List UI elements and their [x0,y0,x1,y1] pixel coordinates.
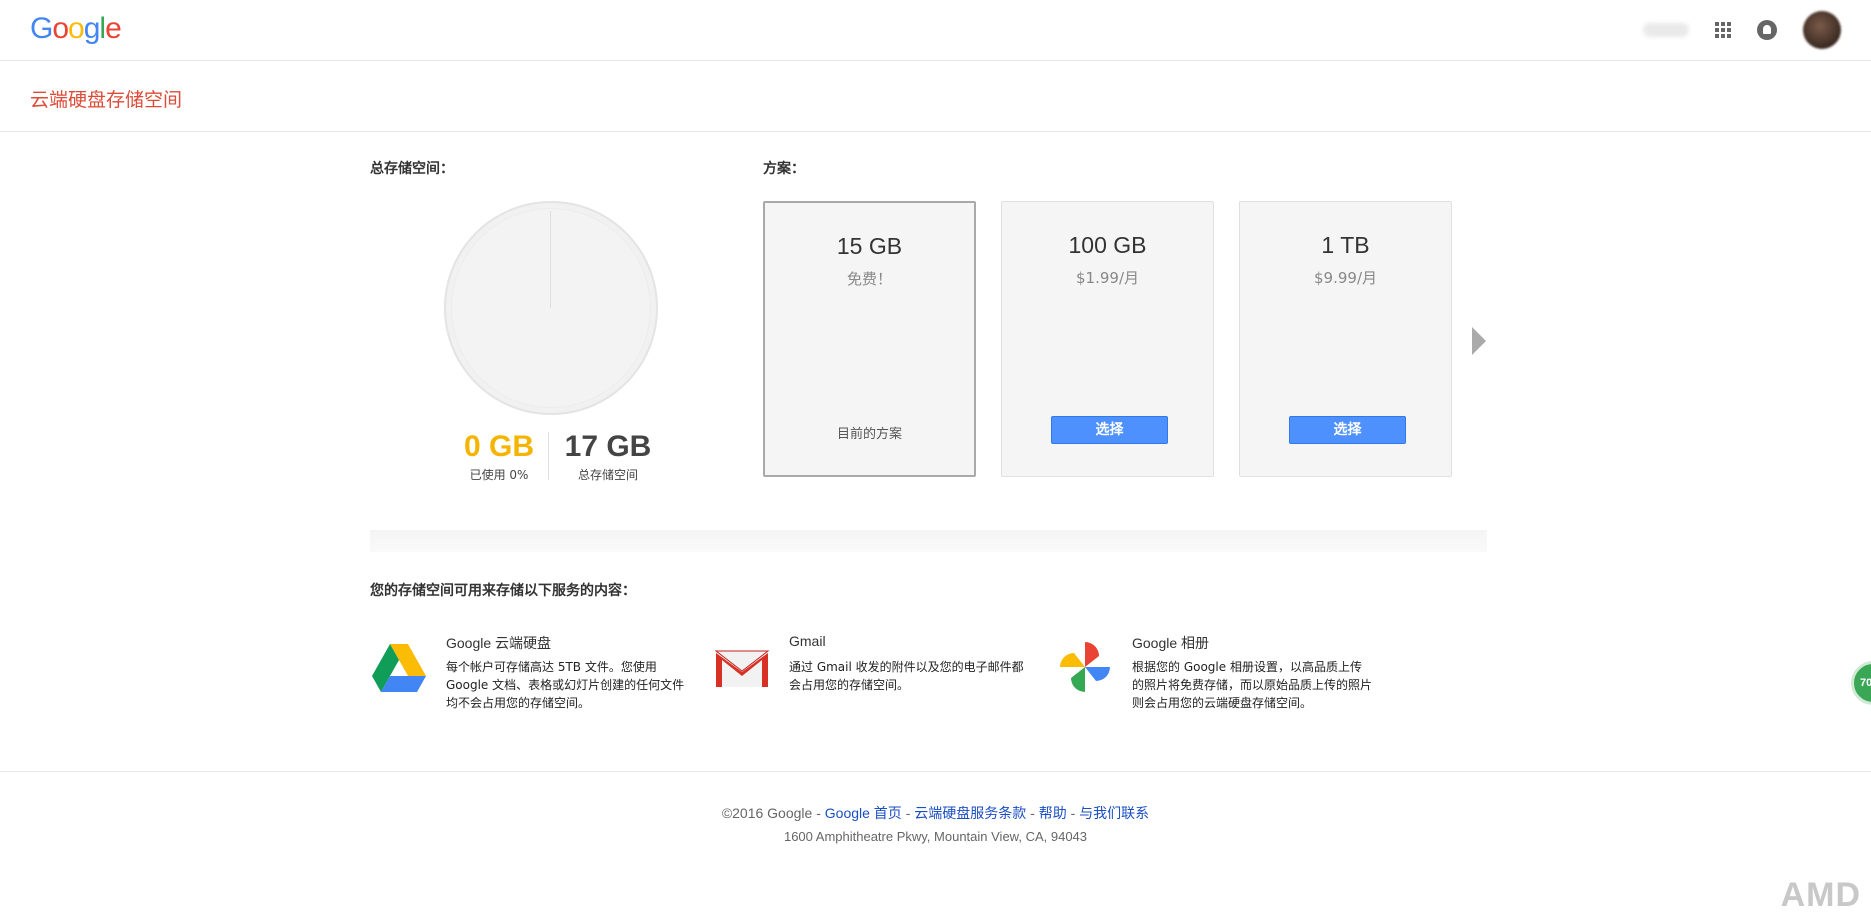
footer-divider [0,771,1871,772]
next-plans-arrow-icon[interactable] [1472,327,1486,355]
plan-price: 免费！ [846,270,892,288]
footer-sep: - [1026,805,1039,821]
plan-size: 1 TB [1321,232,1370,258]
amd-watermark-logo: AMD [1780,876,1861,914]
service-description: 每个帐户可存储高达 5TB 文件。您使用 Google 文档、表格或幻灯片创建的… [446,660,685,710]
service-description: 通过 Gmail 收发的附件以及您的电子邮件都会占用您的存储空间。 [789,660,1024,692]
footer-link-drive-terms[interactable]: 云端硬盘服务条款 [914,805,1026,821]
plan-size: 15 GB [836,233,903,259]
account-name-blurred[interactable] [1643,23,1689,37]
storage-usage-ring-inner [452,209,650,407]
notifications-bell-icon[interactable] [1757,20,1777,40]
google-photos-icon [1060,642,1110,692]
storage-label: 总存储空间： [370,161,454,177]
plan-card-1tb: 1 TB $9.99/月 选择 [1239,201,1452,477]
footer-sep: - [812,805,825,821]
google-logo[interactable]: Google [30,12,122,46]
footer-link-google-home[interactable]: Google 首页 [825,805,902,821]
logo-letter-g2: g [83,12,101,45]
service-title: Google 相册 [1132,635,1210,651]
usage-divider [548,432,549,480]
floating-badge[interactable]: 70 [1851,661,1871,705]
account-area [1643,10,1841,50]
section-divider-band [370,530,1487,552]
footer-copyright: ©2016 Google [721,805,813,821]
avatar[interactable] [1803,11,1841,49]
total-storage-caption: 总存储空间 [577,468,638,482]
top-bar: Google [0,0,1871,61]
logo-letter-o2: o [68,12,85,45]
used-storage: 0 GB 已使用 0% [452,430,546,483]
logo-letter-g: G [30,12,53,45]
footer-link-contact[interactable]: 与我们联系 [1079,805,1149,821]
page-title: 云端硬盘存储空间 [30,89,183,111]
select-1tb-button[interactable]: 选择 [1289,416,1406,444]
google-drive-icon [372,644,426,692]
logo-letter-e: e [105,12,122,45]
footer-sep: - [1066,805,1080,821]
service-description: 根据您的 Google 相册设置，以高品质上传的照片将免费存储，而以原始品质上传… [1132,660,1373,710]
plan-price: $9.99/月 [1314,269,1377,287]
footer-address: 1600 Amphitheatre Pkwy, Mountain View, C… [783,829,1088,844]
plan-card-15gb: 15 GB 免费！ 目前的方案 [763,201,976,477]
total-storage-value: 17 GB [564,430,652,463]
used-storage-value: 0 GB [463,430,535,463]
plan-price: $1.99/月 [1076,269,1139,287]
gmail-icon [714,650,770,687]
total-storage: 17 GB 总存储空间 [558,430,658,483]
plan-size: 100 GB [1068,232,1147,258]
service-title: Google 云端硬盘 [446,635,552,651]
plan-card-100gb: 100 GB $1.99/月 选择 [1001,201,1214,477]
footer-sep: - [901,805,915,821]
storage-usage-ring-marker [550,211,551,308]
plans-label: 方案： [763,161,805,177]
service-title: Gmail [789,633,826,649]
services-label: 您的存储空间可用来存储以下服务的内容： [370,583,636,599]
current-plan-label: 目前的方案 [836,427,902,442]
storage-usage-ring [444,201,658,415]
select-100gb-button[interactable]: 选择 [1051,416,1168,444]
footer-links: ©2016 Google - Google 首页 - 云端硬盘服务条款 - 帮助… [0,803,1871,823]
apps-grid-icon[interactable] [1715,22,1731,38]
logo-letter-o1: o [52,12,69,45]
sub-header: 云端硬盘存储空间 [0,61,1871,132]
used-storage-caption: 已使用 0% [469,468,529,482]
footer-link-help[interactable]: 帮助 [1039,805,1067,821]
